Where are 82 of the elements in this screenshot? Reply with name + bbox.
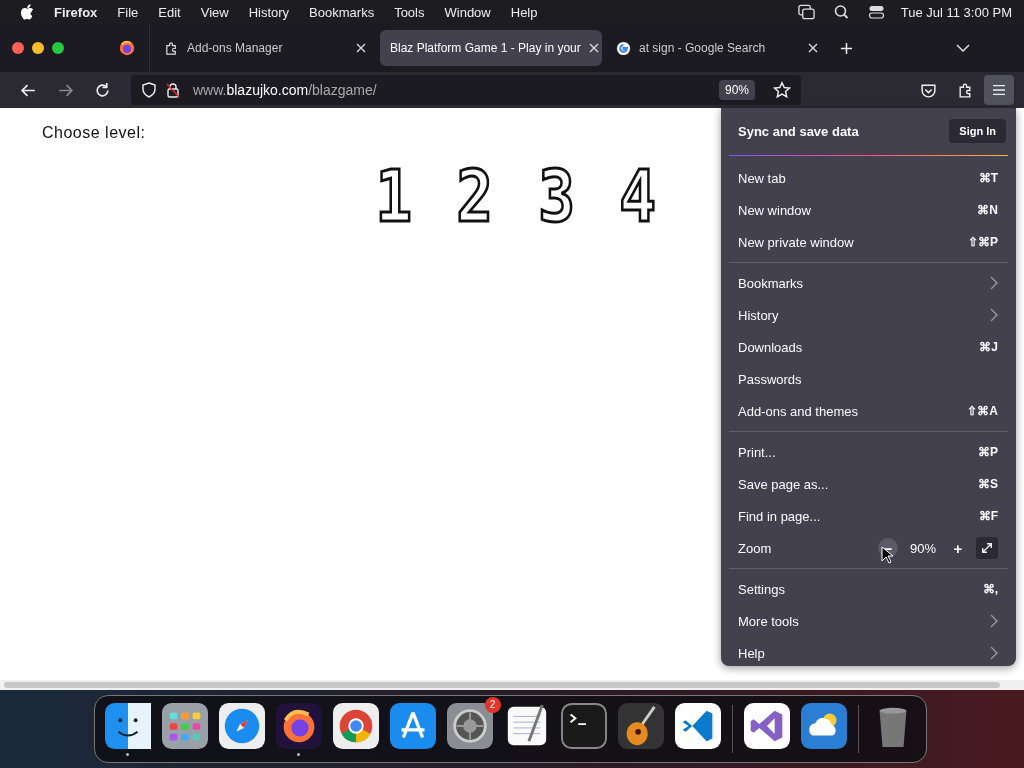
lock-icon[interactable]	[165, 82, 181, 98]
menu-item[interactable]: Add-ons and themes ⇧⌘A	[721, 395, 1016, 427]
notification-badge: 2	[484, 696, 501, 713]
menu-title[interactable]: Firefox	[54, 4, 98, 20]
menu-title[interactable]: View	[200, 4, 229, 20]
zoom-level[interactable]: 90%	[909, 540, 936, 556]
menu-title[interactable]: History	[248, 4, 290, 20]
fox-icon[interactable]	[275, 702, 322, 749]
menu-title[interactable]: File	[117, 4, 139, 20]
menu-icon	[992, 84, 1006, 96]
menu-item[interactable]: New tab ⌘T	[721, 162, 1016, 194]
reload-icon[interactable]	[94, 81, 111, 99]
sign-in-button[interactable]: Sign In	[949, 119, 1006, 143]
menu-item[interactable]: New window ⌘N	[721, 194, 1016, 226]
menu-item[interactable]: More tools	[721, 605, 1016, 637]
menu-item[interactable]: Help	[721, 637, 1016, 669]
sync-title: Sync and save data	[738, 123, 860, 139]
browser-tab[interactable]: Add-ons Manager	[154, 30, 376, 66]
zoom-badge[interactable]: 90%	[718, 80, 755, 100]
gear-icon[interactable]	[446, 702, 493, 749]
guitar-icon[interactable]	[617, 702, 664, 749]
menu-item[interactable]: Save page as... ⌘S	[721, 468, 1016, 500]
level-number[interactable]: 1	[375, 160, 413, 232]
app-store-icon[interactable]	[389, 702, 436, 749]
close-icon[interactable]	[808, 43, 818, 53]
minimize-window-button[interactable]	[32, 42, 44, 54]
level-number[interactable]: 2	[456, 160, 494, 232]
terminal-icon[interactable]	[560, 702, 607, 749]
fullscreen-button[interactable]	[976, 537, 998, 559]
address-bar[interactable]: www.blazujko.com/blazgame/ 90%	[131, 75, 801, 105]
cloud-icon[interactable]	[800, 702, 847, 749]
ide-icon[interactable]	[743, 702, 790, 749]
menu-title[interactable]: Help	[510, 4, 538, 20]
menu-title[interactable]: Bookmarks	[309, 4, 375, 20]
chevron-right-icon	[990, 614, 998, 628]
zoom-in-button[interactable]: +	[948, 538, 968, 558]
chrome-icon[interactable]	[332, 702, 379, 749]
page-heading: Choose level:	[42, 124, 146, 142]
menu-item[interactable]: Find in page... ⌘F	[721, 500, 1016, 532]
code-editor-icon[interactable]	[674, 702, 721, 749]
menu-item[interactable]: Passwords	[721, 363, 1016, 395]
firefox-view-icon[interactable]	[118, 39, 136, 57]
new-tab-icon[interactable]	[840, 41, 853, 55]
chevron-right-icon	[990, 646, 998, 660]
menu-title[interactable]: Window	[444, 4, 491, 20]
chevron-right-icon	[990, 276, 998, 290]
pocket-icon[interactable]	[920, 81, 937, 99]
expand-icon	[981, 542, 993, 554]
menu-item[interactable]: Print... ⌘P	[721, 436, 1016, 468]
browser-tab[interactable]: Blaz Platform Game 1 - Play in your	[380, 30, 602, 66]
zoom-window-button[interactable]	[52, 42, 64, 54]
search-icon[interactable]	[832, 4, 850, 20]
level-number[interactable]: 4	[619, 160, 657, 232]
apple-icon[interactable]	[20, 4, 34, 20]
chevron-down-icon[interactable]	[956, 44, 970, 52]
shield-icon[interactable]	[141, 82, 157, 98]
zoom-label: Zoom	[738, 540, 772, 556]
menu-title[interactable]: Tools	[394, 4, 425, 20]
scrollbar-thumb[interactable]	[4, 682, 1000, 688]
face-icon[interactable]	[104, 702, 151, 749]
menu-item[interactable]: Bookmarks	[721, 267, 1016, 299]
puzzle-icon	[164, 40, 179, 56]
clock[interactable]: Tue Jul 11 3:00 PM	[900, 4, 1012, 20]
menu-item[interactable]: Settings ⌘,	[721, 573, 1016, 605]
menu-button[interactable]	[984, 75, 1014, 105]
google-icon	[616, 40, 631, 56]
windows-icon[interactable]	[797, 4, 815, 20]
level-number[interactable]: 3	[537, 160, 575, 232]
star-icon[interactable]	[773, 81, 791, 99]
browser-tab[interactable]: at sign - Google Search	[606, 30, 828, 66]
menu-item[interactable]: Downloads ⌘J	[721, 331, 1016, 363]
close-icon[interactable]	[356, 43, 366, 53]
app-grid-icon[interactable]	[161, 702, 208, 749]
menu-item[interactable]: New private window ⇧⌘P	[721, 226, 1016, 258]
compass-icon[interactable]	[218, 702, 265, 749]
chevron-right-icon	[990, 308, 998, 322]
toggle-icon[interactable]	[867, 4, 885, 20]
cursor-icon	[881, 546, 893, 564]
close-icon[interactable]	[588, 43, 599, 53]
menu-title[interactable]: Edit	[158, 4, 181, 20]
close-window-button[interactable]	[12, 42, 24, 54]
menu-item[interactable]: History	[721, 299, 1016, 331]
